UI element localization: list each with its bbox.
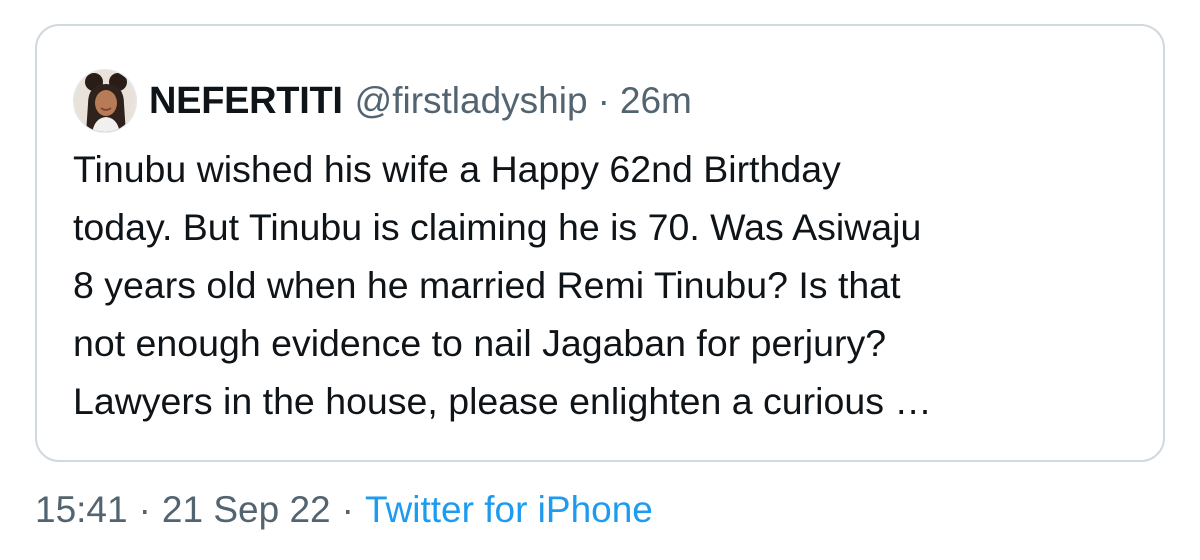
display-name[interactable]: NEFERTITI (149, 80, 343, 123)
tweet-text-line: 8 years old when he married Remi Tinubu?… (73, 264, 901, 306)
meta-separator: · (138, 489, 151, 530)
relative-timestamp[interactable]: 26m (620, 80, 692, 122)
tweet-text-line: not enough evidence to nail Jagaban for … (73, 322, 887, 364)
tweet-text-line: Tinubu wished his wife a Happy 62nd Birt… (73, 148, 841, 190)
header-separator: · (597, 80, 610, 121)
profile-photo-icon (74, 70, 136, 132)
tweet-date[interactable]: 21 Sep 22 (162, 489, 331, 531)
quoted-tweet-text: Tinubu wished his wife a Happy 62nd Birt… (73, 140, 1137, 430)
quoted-tweet-header: NEFERTITI @firstladyship · 26m (73, 68, 692, 134)
tweet-source-link[interactable]: Twitter for iPhone (365, 489, 653, 531)
tweet-text-line: Lawyers in the house, please enlighten a… (73, 380, 932, 422)
tweet-text-line: today. But Tinubu is claiming he is 70. … (73, 206, 922, 248)
tweet-time[interactable]: 15:41 (35, 489, 128, 531)
tweet-metadata: 15:41 · 21 Sep 22 · Twitter for iPhone (35, 482, 653, 538)
avatar[interactable] (73, 69, 137, 133)
quoted-tweet-card[interactable]: NEFERTITI @firstladyship · 26m Tinubu wi… (35, 24, 1165, 462)
meta-separator: · (341, 489, 354, 530)
user-handle[interactable]: @firstladyship (355, 80, 588, 122)
